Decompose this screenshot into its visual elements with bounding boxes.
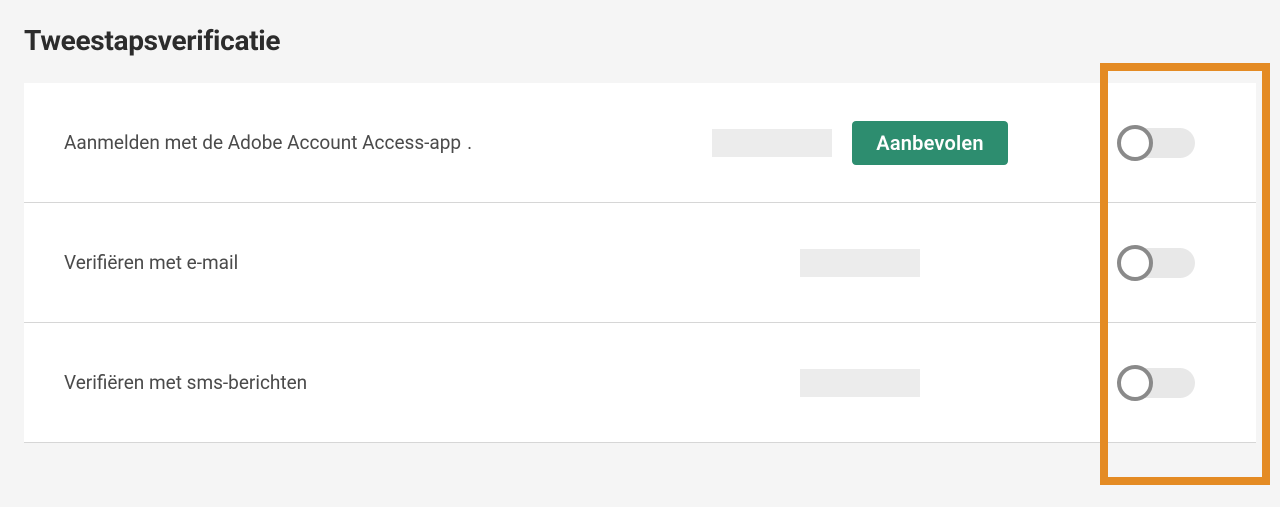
option-label: Verifiëren met sms-berichten xyxy=(64,371,624,394)
option-row-email: Verifiëren met e-mail xyxy=(24,203,1256,323)
toggle-knob xyxy=(1117,245,1153,281)
row-middle xyxy=(624,249,1096,277)
toggle-container xyxy=(1096,125,1216,161)
recommended-badge: Aanbevolen xyxy=(852,121,1007,165)
toggle-knob xyxy=(1117,365,1153,401)
option-label: Aanmelden met de Adobe Account Access-ap… xyxy=(64,131,624,154)
two-step-verification-section: Tweestapsverificatie Aanmelden met de Ad… xyxy=(0,0,1280,443)
placeholder-block xyxy=(800,249,920,277)
row-middle: Aanbevolen xyxy=(624,121,1096,165)
option-row-adobe-app: Aanmelden met de Adobe Account Access-ap… xyxy=(24,83,1256,203)
toggle-adobe-app[interactable] xyxy=(1117,125,1195,161)
label-suffix-dot: . xyxy=(467,131,472,154)
verification-options-card: Aanmelden met de Adobe Account Access-ap… xyxy=(24,83,1256,443)
toggle-container xyxy=(1096,365,1216,401)
option-label: Verifiëren met e-mail xyxy=(64,251,624,274)
toggle-container xyxy=(1096,245,1216,281)
toggle-email[interactable] xyxy=(1117,245,1195,281)
row-middle xyxy=(624,369,1096,397)
placeholder-block xyxy=(712,129,832,157)
placeholder-block xyxy=(800,369,920,397)
option-row-sms: Verifiëren met sms-berichten xyxy=(24,323,1256,443)
toggle-knob xyxy=(1117,125,1153,161)
section-title: Tweestapsverificatie xyxy=(24,24,1256,57)
toggle-sms[interactable] xyxy=(1117,365,1195,401)
